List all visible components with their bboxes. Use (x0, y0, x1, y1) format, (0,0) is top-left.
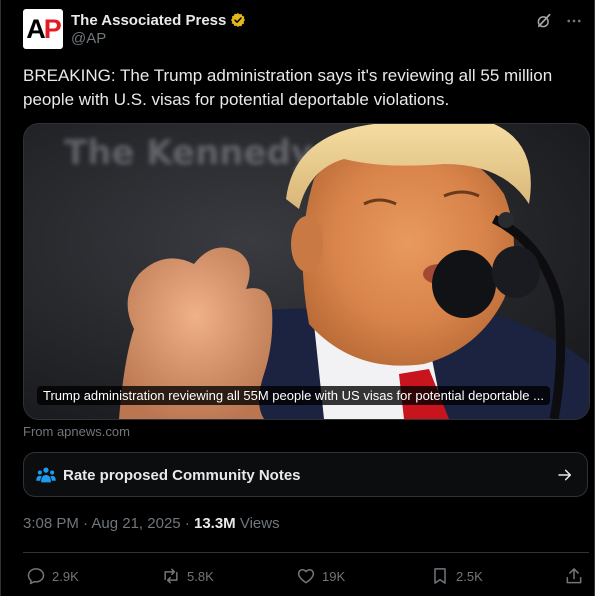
display-name[interactable]: The Associated Press (71, 12, 226, 29)
action-bar: 2.9K 5.8K 19K 2.5K (23, 566, 588, 588)
media-card[interactable]: The Kennedy Center Trump administration … (23, 123, 590, 420)
tweet-time[interactable]: 3:08 PM (23, 515, 79, 532)
reply-icon (27, 568, 45, 585)
bookmark-icon (434, 568, 446, 584)
views-label: Views (235, 515, 280, 532)
tweet-text: BREAKING: The Trump administration says … (23, 66, 553, 109)
media-caption[interactable]: Trump administration reviewing all 55M p… (37, 386, 550, 405)
meta-separator: · (180, 515, 194, 532)
repost-icon (164, 568, 178, 584)
handle[interactable]: @AP (71, 30, 106, 47)
heart-icon (297, 569, 315, 584)
tweet-date[interactable]: Aug 21, 2025 (91, 515, 180, 532)
timeline-left-border (0, 0, 1, 596)
like-button[interactable]: 19K (296, 566, 345, 586)
news-photo: The Kennedy Center (24, 124, 589, 419)
more-icon[interactable] (565, 12, 583, 30)
community-notes-label: Rate proposed Community Notes (63, 467, 301, 484)
tweet-header: AP The Associated Press @AP (23, 8, 583, 52)
bookmark-button[interactable]: 2.5K (430, 566, 483, 586)
community-notes-icon (36, 467, 56, 483)
reply-button[interactable]: 2.9K (26, 566, 79, 586)
grok-icon[interactable] (535, 12, 553, 30)
arrow-right-icon (558, 469, 572, 481)
repost-count: 5.8K (187, 568, 214, 584)
tweet-meta: 3:08 PM · Aug 21, 2025 · 13.3M Views (23, 515, 280, 532)
name-row: The Associated Press (71, 10, 246, 30)
like-count: 19K (322, 568, 346, 584)
bookmark-count: 2.5K (456, 568, 483, 584)
avatar[interactable]: AP (23, 9, 63, 49)
divider (23, 552, 589, 553)
repost-button[interactable]: 5.8K (161, 566, 214, 586)
top-actions (535, 12, 583, 30)
link-source[interactable]: From apnews.com (23, 424, 130, 439)
views-count: 13.3M (193, 515, 236, 532)
ap-logo: AP (26, 14, 62, 44)
community-notes-button[interactable]: Rate proposed Community Notes (23, 452, 588, 497)
share-icon (566, 568, 582, 584)
reply-count: 2.9K (52, 568, 79, 584)
verified-badge-icon[interactable] (230, 12, 246, 28)
share-button[interactable] (564, 566, 590, 586)
meta-separator: · (78, 515, 92, 532)
